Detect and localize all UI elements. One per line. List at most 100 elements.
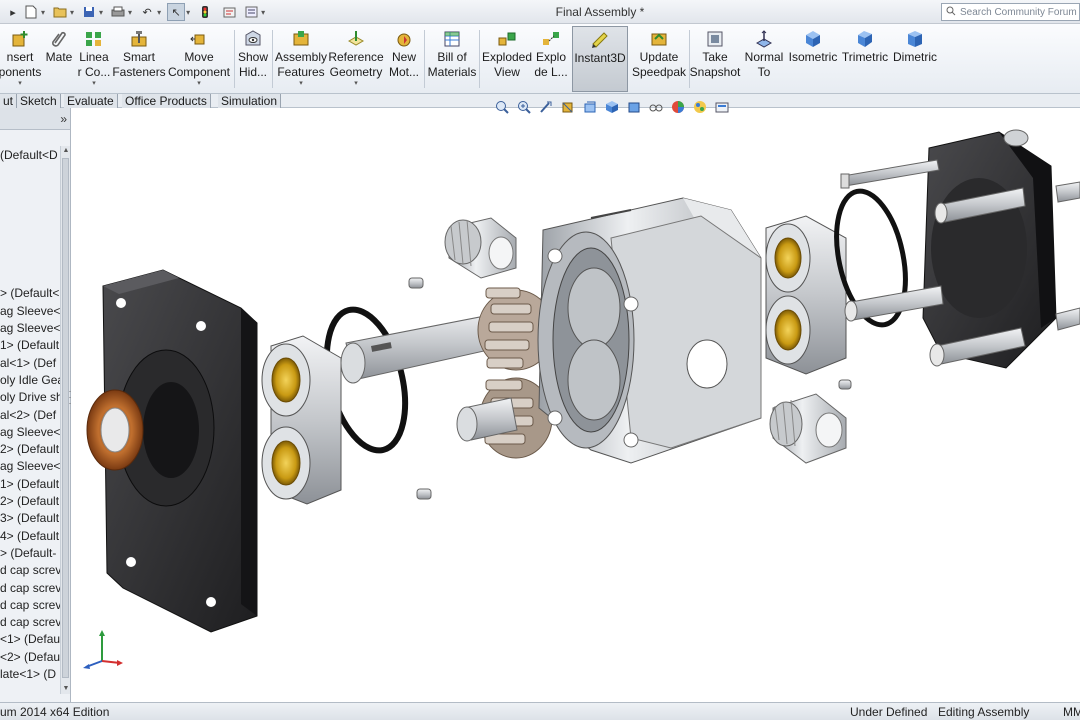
previous-view-icon[interactable] (537, 98, 555, 116)
tree-scrollbar[interactable]: ▲ ▼ (60, 146, 70, 694)
tree-node[interactable]: d cap screv (0, 581, 60, 595)
apply-scene-icon[interactable] (691, 98, 709, 116)
new-motion-study-button[interactable]: New Mot... (387, 26, 421, 92)
tree-node[interactable]: d cap screv (0, 598, 60, 612)
tree-node[interactable]: > (Default- (0, 546, 60, 560)
tree-node[interactable]: <2> (Defaul (0, 650, 60, 664)
dowel-pin[interactable] (838, 379, 852, 390)
file-properties-icon[interactable] (220, 3, 238, 21)
tree-node[interactable]: al<2> (Def (0, 408, 60, 422)
pump-housing[interactable] (537, 197, 762, 464)
tree-node[interactable]: 2> (Default (0, 494, 60, 508)
tree-node[interactable]: d cap screv (0, 563, 60, 577)
tab-layout[interactable]: ut (0, 94, 18, 108)
scroll-up-icon[interactable]: ▲ (62, 147, 70, 155)
dropdown-arrow-icon[interactable]: ▾ (92, 80, 96, 88)
zoom-to-fit-icon[interactable] (493, 98, 511, 116)
view-settings-icon[interactable] (713, 98, 731, 116)
dynamic-annotation-icon[interactable] (581, 98, 599, 116)
tree-node[interactable]: late<1> (D (0, 667, 60, 681)
isometric-button[interactable]: Isometric (788, 26, 838, 92)
dropdown-arrow-icon[interactable]: ▾ (197, 80, 201, 88)
rear-cover-plate[interactable] (922, 131, 1057, 369)
status-units[interactable]: MM (1063, 703, 1080, 720)
tree-node[interactable]: ag Sleeve< (0, 304, 60, 318)
scroll-thumb[interactable] (62, 158, 69, 678)
linear-component-pattern-button[interactable]: Linea r Co... ▾ (77, 26, 111, 92)
reference-geometry-button[interactable]: Reference Geometry ▾ (328, 26, 384, 92)
front-cover-plate[interactable] (86, 269, 258, 633)
assembly-features-button[interactable]: Assembly Features ▾ (275, 26, 327, 92)
tree-node[interactable]: oly Idle Gea (0, 373, 60, 387)
dropdown-arrow-icon[interactable]: ▾ (299, 80, 303, 88)
hide-show-items-icon[interactable] (647, 98, 665, 116)
normal-to-button[interactable]: Normal To (742, 26, 786, 92)
edit-appearance-icon[interactable] (669, 98, 687, 116)
undo-icon[interactable]: ↶ (138, 3, 156, 21)
bom-icon (444, 31, 460, 47)
print-icon[interactable] (109, 3, 127, 21)
take-snapshot-button[interactable]: Take Snapshot (690, 26, 740, 92)
tree-node[interactable]: 1> (Default (0, 338, 60, 352)
dimetric-button[interactable]: Dimetric (892, 26, 938, 92)
print-dropdown-icon[interactable]: ▾ (128, 8, 132, 17)
tree-node[interactable]: (Default<D (0, 148, 60, 162)
tree-node[interactable]: ag Sleeve< (0, 321, 60, 335)
rebuild-traffic-light-icon[interactable] (196, 3, 214, 21)
display-style-icon[interactable] (625, 98, 643, 116)
graphics-area[interactable] (71, 118, 1080, 702)
scroll-down-icon[interactable]: ▼ (62, 685, 70, 693)
tree-node[interactable]: d cap screv (0, 615, 60, 629)
tree-node[interactable]: ag Sleeve< (0, 459, 60, 473)
instant3d-button[interactable]: Instant3D (572, 26, 628, 92)
inlet-fitting[interactable] (444, 217, 517, 279)
menu-arrow-icon[interactable]: ▸ (4, 3, 22, 21)
trimetric-button[interactable]: Trimetric (841, 26, 889, 92)
dowel-pin[interactable] (416, 488, 432, 500)
tree-node[interactable]: 2> (Default (0, 442, 60, 456)
outlet-fitting[interactable] (769, 393, 847, 464)
update-speedpak-button[interactable]: Update Speedpak (631, 26, 687, 92)
tree-node[interactable]: > (Default< (0, 286, 60, 300)
tab-office-products[interactable]: Office Products (122, 94, 211, 108)
tree-node[interactable]: oly Drive sh (0, 390, 60, 404)
save-dropdown-icon[interactable]: ▾ (99, 8, 103, 17)
expand-panel-icon[interactable]: » (60, 112, 67, 126)
search-community-field[interactable]: Search Community Forum (941, 3, 1080, 21)
left-bushings[interactable] (261, 335, 342, 505)
dowel-pin[interactable] (408, 277, 424, 289)
view-orientation-icon[interactable] (603, 98, 621, 116)
tab-simulation[interactable]: Simulation (218, 94, 282, 108)
exploded-view-button[interactable]: Exploded View (482, 26, 532, 92)
tree-node[interactable]: 1> (Default (0, 477, 60, 491)
smart-fasteners-button[interactable]: Smart Fasteners (112, 26, 166, 92)
mate-button[interactable]: Mate (44, 26, 74, 92)
new-document-icon[interactable] (22, 3, 40, 21)
new-dropdown-icon[interactable]: ▾ (41, 8, 45, 17)
tree-node[interactable]: 3> (Default (0, 511, 60, 525)
move-component-button[interactable]: Move Component ▾ (167, 26, 231, 92)
undo-dropdown-icon[interactable]: ▾ (157, 8, 161, 17)
options-icon[interactable] (242, 3, 260, 21)
tree-node[interactable]: ag Sleeve< (0, 425, 60, 439)
bill-of-materials-button[interactable]: Bill of Materials (427, 26, 477, 92)
dropdown-arrow-icon[interactable]: ▾ (18, 80, 22, 88)
zoom-to-area-icon[interactable] (515, 98, 533, 116)
select-arrow-icon[interactable]: ↖ (167, 3, 186, 21)
tree-node[interactable]: <1> (Defaul (0, 632, 60, 646)
save-icon[interactable] (80, 3, 98, 21)
section-view-icon[interactable] (559, 98, 577, 116)
options-dropdown-icon[interactable]: ▾ (261, 8, 265, 17)
explode-line-sketch-button[interactable]: Explo de L... (534, 26, 568, 92)
tree-node[interactable]: al<1> (Def (0, 356, 60, 370)
open-dropdown-icon[interactable]: ▾ (70, 8, 74, 17)
dropdown-arrow-icon[interactable]: ▾ (354, 80, 358, 88)
right-bushings[interactable] (765, 215, 847, 375)
insert-components-button[interactable]: nsert ponents ▾ (0, 26, 41, 92)
open-folder-icon[interactable] (51, 3, 69, 21)
tab-sketch[interactable]: Sketch (17, 94, 61, 108)
tab-evaluate[interactable]: Evaluate (64, 94, 118, 108)
select-dropdown-icon[interactable]: ▾ (186, 8, 190, 17)
show-hidden-components-button[interactable]: Show Hid... (237, 26, 269, 92)
tree-node[interactable]: 4> (Default (0, 529, 60, 543)
